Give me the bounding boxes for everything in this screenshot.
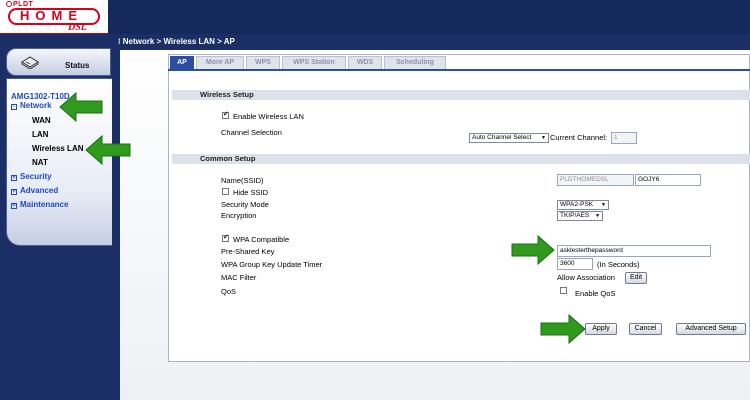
mac-filter-label: MAC Filter [221, 273, 257, 282]
cancel-button[interactable]: Cancel [629, 323, 662, 335]
pldt-home-dsl-logo: PLDT HOME DSL [0, 0, 108, 34]
tab-wps[interactable]: WPS [246, 56, 280, 69]
hide-ssid-checkbox[interactable] [222, 188, 229, 195]
sidebar-item-lan[interactable]: LAN [32, 130, 48, 139]
tab-wps-station[interactable]: WPS Station [282, 56, 346, 69]
tab-scheduling[interactable]: Scheduling [384, 56, 446, 69]
green-arrow-icon [511, 234, 555, 266]
section-wireless-setup: Wireless Setup [172, 90, 750, 100]
dropdown-arrow-icon: ▼ [595, 213, 600, 219]
enable-wireless-label: Enable Wireless LAN [233, 112, 304, 121]
enable-qos-checkbox[interactable] [560, 287, 567, 294]
tab-more-ap[interactable]: More AP [196, 56, 244, 69]
top-header [0, 0, 750, 34]
sidebar-item-security[interactable]: + Security [11, 172, 52, 181]
current-channel-field: 1 [611, 132, 637, 144]
channel-select[interactable]: Auto Channel Select ▼ [469, 133, 549, 143]
mac-filter-value: Allow Association [557, 273, 615, 282]
dropdown-arrow-icon: ▼ [601, 202, 606, 208]
sidebar-item-wan[interactable]: WAN [32, 116, 51, 125]
group-key-timer-input[interactable]: 3600 [557, 258, 593, 270]
security-mode-label: Security Mode [221, 200, 269, 209]
expand-icon: - [11, 104, 17, 110]
tab-wds[interactable]: WDS [348, 56, 382, 69]
sidebar-item-nat[interactable]: NAT [32, 158, 48, 167]
pre-shared-key-label: Pre-Shared Key [221, 247, 275, 256]
ssid-suffix-input[interactable]: GOJY6 [635, 174, 701, 186]
logo-home-text: HOME [20, 8, 83, 23]
sidebar-item-network[interactable]: - Network [11, 101, 52, 110]
green-arrow-icon [540, 313, 586, 345]
wpa-compatible-label: WPA Compatible [233, 235, 290, 244]
pre-shared-key-input[interactable]: asklesterthepassword [557, 245, 711, 257]
green-arrow-icon [59, 91, 103, 123]
expand-icon: + [11, 189, 17, 195]
ssid-label: Name(SSID) [221, 176, 264, 185]
group-key-timer-label: WPA Group Key Update Timer [221, 260, 323, 269]
enable-wireless-checkbox[interactable] [222, 110, 229, 119]
apply-button[interactable]: Apply [585, 323, 617, 335]
mac-filter-edit-button[interactable]: Edit [625, 272, 647, 284]
hide-ssid-label: Hide SSID [233, 188, 269, 197]
enable-qos-label: Enable QoS [575, 289, 616, 298]
security-mode-select[interactable]: WPA2-PSK ▼ [557, 200, 609, 210]
sidebar-item-maintenance[interactable]: + Maintenance [11, 200, 68, 209]
advanced-setup-button[interactable]: Advanced Setup [676, 323, 746, 335]
group-key-unit: (In Seconds) [597, 260, 640, 269]
logo-brand: PLDT [6, 1, 33, 8]
green-arrow-icon [85, 134, 131, 166]
section-common-setup: Common Setup [172, 154, 750, 164]
tab-ap[interactable]: AP [170, 56, 194, 69]
sidebar-item-advanced[interactable]: + Advanced [11, 186, 58, 195]
ssid-prefix-field: PLDTHOMEDSL [557, 174, 634, 186]
encryption-label: Encryption [221, 211, 257, 220]
encryption-select[interactable]: TKIP/AES ▼ [557, 211, 603, 221]
channel-selection-label: Channel Selection [221, 128, 282, 137]
sidebar-item-wireless-lan[interactable]: Wireless LAN [32, 144, 84, 153]
router-icon [21, 56, 39, 69]
expand-icon: + [11, 203, 17, 209]
logo-dsl-text: DSL [68, 22, 87, 33]
qos-label: QoS [221, 287, 237, 296]
status-label: Status [65, 61, 90, 70]
current-channel-label: Current Channel: [550, 133, 608, 142]
wpa-compatible-checkbox[interactable] [222, 233, 229, 242]
expand-icon: + [11, 175, 17, 181]
status-tab[interactable]: Status [6, 48, 111, 76]
tab-underline [168, 69, 750, 71]
dropdown-arrow-icon: ▼ [541, 135, 546, 141]
breadcrumb: ⁝ Network > Wireless LAN > AP [118, 37, 235, 46]
